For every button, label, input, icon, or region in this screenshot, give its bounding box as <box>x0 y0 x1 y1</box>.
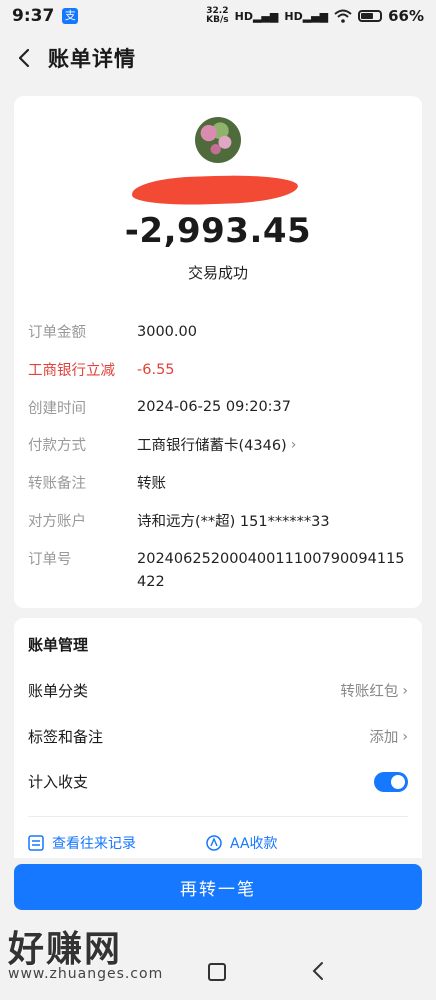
detail-value[interactable]: 工商银行储蓄卡(4346) <box>137 434 287 455</box>
detail-row-order-amount: 订单金额 3000.00 <box>28 313 408 351</box>
page-title: 账单详情 <box>48 47 136 71</box>
signal-label-1: HD <box>234 9 253 23</box>
status-icons: 32.2 KB/s HD▂▄▆ HD▂▄▆ 66% <box>206 7 424 26</box>
network-speed-unit: KB/s <box>206 15 229 25</box>
battery-icon <box>358 10 383 22</box>
include-in-budget-row: 计入收支 <box>28 771 408 792</box>
detail-label: 创建时间 <box>28 400 86 417</box>
section-title: 账单管理 <box>28 636 89 654</box>
battery-percent: 66% <box>388 7 424 25</box>
aa-collect-link[interactable]: AA收款 <box>206 834 278 852</box>
detail-label: 付款方式 <box>28 438 86 455</box>
chevron-right-icon: › <box>402 682 408 699</box>
watermark-url: www.zhuanges.com <box>8 966 164 982</box>
watermark-logo: 好赚网 <box>8 929 123 970</box>
signal-label-2: HD <box>284 9 303 23</box>
detail-value: 诗和远方(**超) 151******33 <box>137 513 330 530</box>
tags-notes-value[interactable]: 添加 › <box>369 726 408 747</box>
detail-row-order-number: 订单号 20240625200040011100790094115422 <box>28 539 408 594</box>
signal-icon-1: HD▂▄▆ <box>234 9 279 23</box>
status-time: 9:37 <box>12 6 55 26</box>
status-bar: 9:37 支 32.2 KB/s HD▂▄▆ HD▂▄▆ 66% <box>0 0 436 32</box>
transfer-again-button[interactable]: 再转一笔 <box>14 864 422 910</box>
include-in-budget-toggle[interactable] <box>374 771 408 792</box>
chevron-right-icon[interactable]: › <box>291 437 297 453</box>
tags-notes-label: 标签和备注 <box>28 728 104 746</box>
detail-label: 对方账户 <box>28 513 86 530</box>
view-history-link[interactable]: 查看往来记录 <box>28 834 136 852</box>
tags-notes-row[interactable]: 标签和备注 添加 › <box>28 726 408 747</box>
nav-back-icon[interactable] <box>310 961 328 981</box>
bill-category-text: 转账红包 <box>340 684 399 700</box>
detail-value: 2024-06-25 09:20:37 <box>137 399 291 416</box>
chevron-right-icon: › <box>402 728 408 745</box>
redacted-name <box>131 173 299 207</box>
wifi-icon <box>334 9 352 23</box>
detail-value: 20240625200040011100790094115422 <box>137 551 405 591</box>
detail-row-remark: 转账备注 转账 <box>28 464 408 502</box>
transaction-status: 交易成功 <box>187 264 248 282</box>
divider <box>28 816 408 817</box>
detail-value: -6.55 <box>137 361 175 378</box>
network-speed: 32.2 KB/s <box>206 7 228 25</box>
alipay-app-icon: 支 <box>62 8 79 24</box>
detail-label: 订单号 <box>28 552 72 569</box>
page-header: 账单详情 <box>0 32 436 84</box>
avatar <box>195 117 241 163</box>
chevron-left-icon[interactable] <box>14 47 36 69</box>
aa-collect-text: AA收款 <box>230 836 278 852</box>
list-icon <box>28 835 44 851</box>
detail-row-payment-method[interactable]: 付款方式 工商银行储蓄卡(4346) › <box>28 426 408 464</box>
detail-row-discount: 工商银行立减 -6.55 <box>28 351 408 389</box>
detail-label: 工商银行立减 <box>28 363 115 380</box>
detail-row-counterparty: 对方账户 诗和远方(**超) 151******33 <box>28 501 408 539</box>
aa-icon <box>206 835 222 851</box>
bill-category-value[interactable]: 转账红包 › <box>340 680 408 701</box>
view-history-text: 查看往来记录 <box>52 836 136 852</box>
detail-value: 转账 <box>137 476 166 493</box>
tags-notes-text: 添加 <box>369 730 399 746</box>
detail-list: 订单金额 3000.00 工商银行立减 -6.55 创建时间 2024-06-2… <box>28 313 408 594</box>
bill-category-label: 账单分类 <box>28 682 89 700</box>
bill-detail-card: -2,993.45 交易成功 订单金额 3000.00 工商银行立减 -6.55… <box>14 96 422 608</box>
transaction-amount: -2,993.45 <box>124 211 312 251</box>
signal-icon-2: HD▂▄▆ <box>284 9 329 23</box>
detail-value: 3000.00 <box>137 323 197 340</box>
bill-management-card: 账单管理 账单分类 转账红包 › 标签和备注 添加 › 计入收支 查看往来记录 <box>14 618 422 858</box>
detail-row-created-time: 创建时间 2024-06-25 09:20:37 <box>28 388 408 426</box>
include-in-budget-label: 计入收支 <box>28 773 89 791</box>
bill-category-row[interactable]: 账单分类 转账红包 › <box>28 680 408 701</box>
recent-apps-button[interactable] <box>208 963 226 981</box>
detail-label: 订单金额 <box>28 325 86 342</box>
toggle-knob <box>391 774 405 789</box>
detail-label: 转账备注 <box>28 476 86 493</box>
quick-links: 查看往来记录 AA收款 <box>28 834 408 852</box>
